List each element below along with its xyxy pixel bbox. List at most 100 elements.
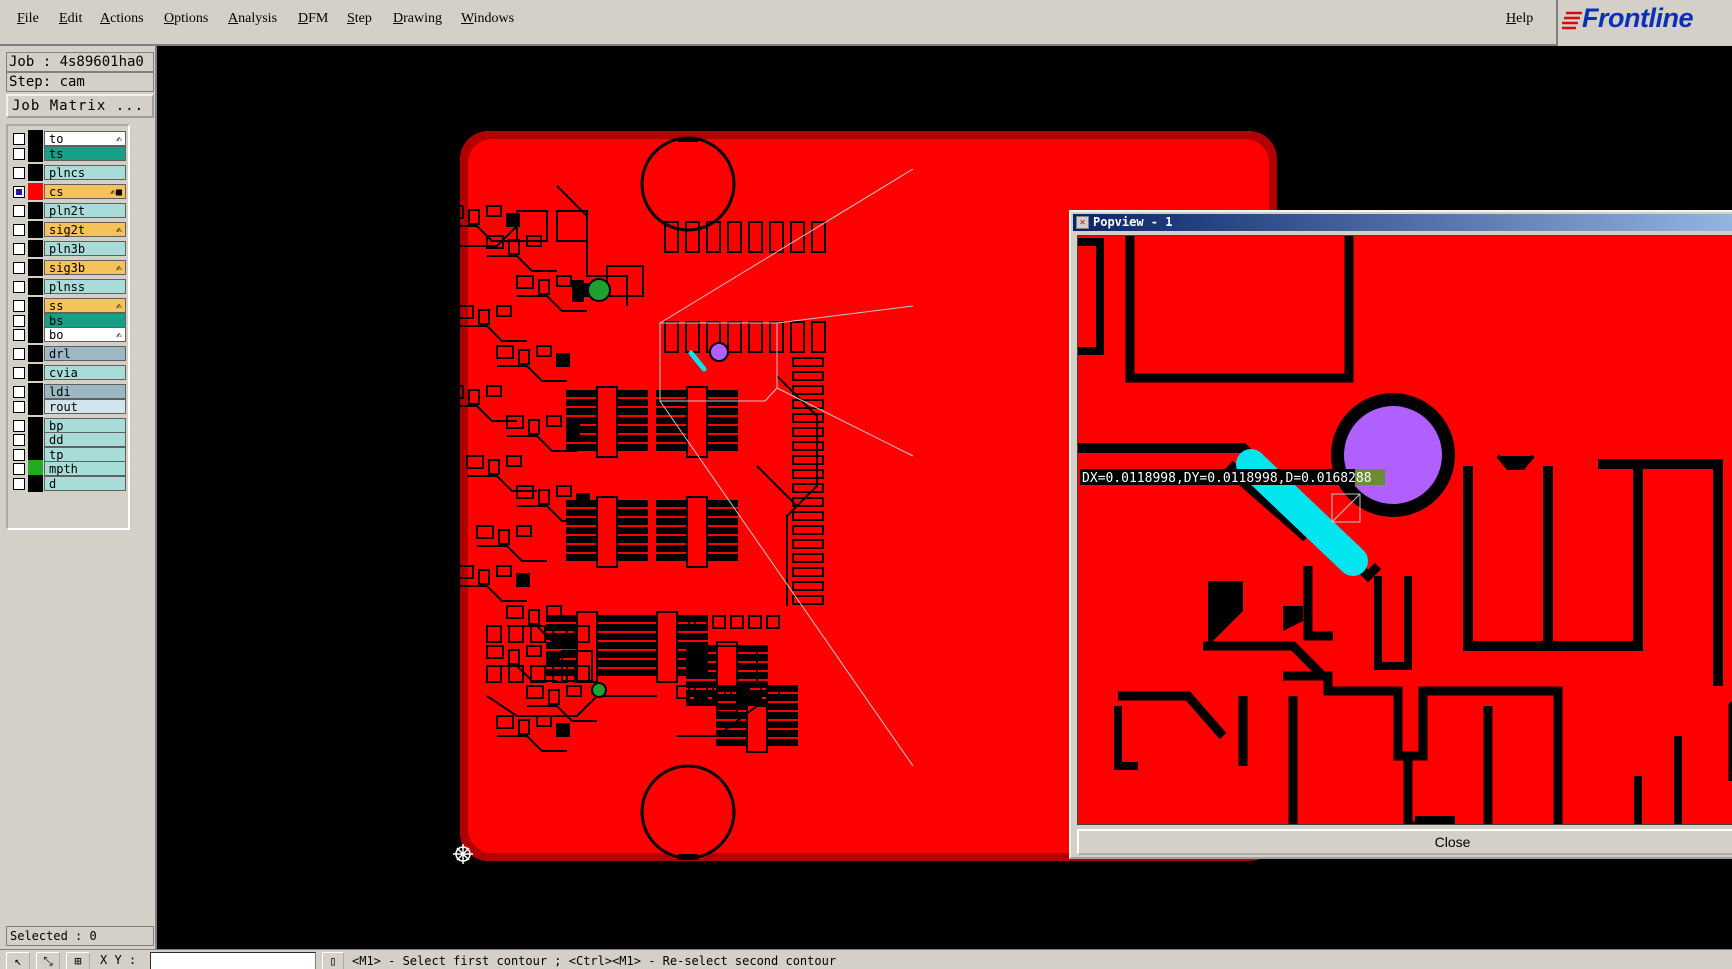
layer-name[interactable]: pln3b: [44, 241, 126, 256]
popview-window[interactable]: ✕ Popview - 1 ✕: [1069, 210, 1732, 859]
layer-row-sig2t[interactable]: sig2t ✍: [10, 221, 128, 238]
layer-name[interactable]: bo ✍: [44, 327, 126, 342]
highlighted-pad[interactable]: [709, 342, 729, 362]
layer-color-swatch: [28, 221, 43, 238]
layer-color-swatch: [28, 240, 43, 257]
layer-name[interactable]: drl: [44, 346, 126, 361]
popview-title: Popview - 1: [1093, 215, 1173, 229]
pause-icon[interactable]: ▯: [322, 952, 344, 969]
layer-name[interactable]: cs ✍■: [44, 184, 126, 199]
menu-help[interactable]: Help: [1506, 11, 1533, 27]
layer-row-pln3b[interactable]: pln3b: [10, 240, 128, 257]
layer-name[interactable]: cvia: [44, 365, 126, 380]
layer-row-ts[interactable]: ts: [10, 145, 128, 162]
component-pad: [618, 536, 648, 543]
layer-name[interactable]: ts: [44, 146, 126, 161]
layer-checkbox[interactable]: [13, 281, 25, 293]
component-pad: [546, 633, 576, 640]
popview-canvas[interactable]: DX=0.0118998,DY=0.0118998,D=0.0168288: [1077, 235, 1732, 825]
component-pad: [708, 444, 738, 451]
layer-name[interactable]: d: [44, 476, 126, 491]
layer-checkbox[interactable]: [13, 167, 25, 179]
menu-analysis[interactable]: Analysis: [228, 11, 277, 27]
layer-checkbox[interactable]: [13, 300, 25, 312]
popview-titlebar[interactable]: ✕ Popview - 1 ✕: [1073, 214, 1732, 231]
layer-checkbox[interactable]: [13, 329, 25, 341]
component-pad: [618, 509, 648, 516]
component-pad: [598, 615, 628, 622]
job-matrix-button[interactable]: Job Matrix ...: [6, 94, 154, 118]
component-pad: [618, 518, 648, 525]
layer-name[interactable]: mpth: [44, 461, 126, 476]
drill-hole: [591, 682, 607, 698]
menu-edit[interactable]: Edit: [59, 11, 82, 27]
board-notch: [678, 854, 698, 860]
component-pad: [618, 554, 648, 561]
component-pad: [546, 615, 576, 622]
layer-name[interactable]: dd: [44, 432, 126, 447]
menu-windows[interactable]: Windows: [461, 11, 514, 27]
component-pad: [686, 699, 716, 706]
layer-checkbox[interactable]: [13, 348, 25, 360]
layer-checkbox[interactable]: [13, 386, 25, 398]
layer-name[interactable]: sig2t ✍: [44, 222, 126, 237]
layer-name[interactable]: ss ✍: [44, 298, 126, 313]
layer-checkbox[interactable]: [13, 401, 25, 413]
layer-name[interactable]: to ✍: [44, 131, 126, 146]
layer-checkbox[interactable]: [13, 478, 25, 490]
menu-file[interactable]: File: [17, 11, 39, 27]
component-pad: [708, 426, 738, 433]
menu-dfm[interactable]: DFM: [298, 11, 328, 27]
layer-checkbox[interactable]: [13, 148, 25, 160]
layer-checkbox[interactable]: [13, 186, 25, 198]
component-pad: [708, 417, 738, 424]
layer-name[interactable]: sig3b ✍: [44, 260, 126, 275]
select-arrow-icon[interactable]: ↖: [6, 952, 30, 969]
layer-name[interactable]: pln2t: [44, 203, 126, 218]
layer-row-sig3b[interactable]: sig3b ✍: [10, 259, 128, 276]
layer-row-cvia[interactable]: cvia: [10, 364, 128, 381]
component-pad: [708, 545, 738, 552]
layer-name[interactable]: rout: [44, 399, 126, 414]
layer-checkbox[interactable]: [13, 262, 25, 274]
layer-checkbox[interactable]: [13, 224, 25, 236]
component-pad: [618, 500, 648, 507]
layer-row-d[interactable]: d: [10, 475, 128, 492]
layer-row-pln2t[interactable]: pln2t: [10, 202, 128, 219]
layer-checkbox[interactable]: [13, 243, 25, 255]
layer-row-drl[interactable]: drl: [10, 345, 128, 362]
close-button[interactable]: Close: [1077, 829, 1732, 855]
component-pad: [708, 435, 738, 442]
component-pad: [656, 408, 686, 415]
xy-input[interactable]: [150, 952, 316, 969]
layer-name[interactable]: plnss: [44, 279, 126, 294]
component-pad: [626, 669, 656, 676]
layer-checkbox[interactable]: [13, 434, 25, 446]
menu-step[interactable]: Step: [347, 11, 372, 27]
component-pad: [708, 527, 738, 534]
layer-name[interactable]: ldi: [44, 384, 126, 399]
graphic-canvas[interactable]: ✕ Popview - 1 ✕: [157, 46, 1732, 949]
layer-row-plnss[interactable]: plnss: [10, 278, 128, 295]
layer-color-swatch: [28, 398, 43, 415]
menu-drawing[interactable]: Drawing: [393, 11, 442, 27]
layer-row-rout[interactable]: rout: [10, 398, 128, 415]
component-pad: [598, 669, 628, 676]
layer-checkbox[interactable]: [13, 463, 25, 475]
component-pad: [546, 642, 576, 649]
menu-actions[interactable]: Actions: [100, 11, 144, 27]
component-pad: [618, 444, 648, 451]
grid-tool-icon[interactable]: ⊞: [66, 952, 90, 969]
layer-name[interactable]: plncs: [44, 165, 126, 180]
selected-count: Selected : 0: [6, 926, 154, 946]
highlighted-pad[interactable]: [1344, 406, 1442, 504]
measure-tool-icon[interactable]: ⤡: [36, 952, 60, 969]
menu-options[interactable]: Options: [164, 11, 208, 27]
layer-row-plncs[interactable]: plncs: [10, 164, 128, 181]
layer-row-bo[interactable]: bo ✍: [10, 326, 128, 343]
layer-checkbox[interactable]: [13, 133, 25, 145]
layer-checkbox[interactable]: [13, 367, 25, 379]
layer-list: to ✍ ts plncs cs ✍■ pln2t sig2t ✍ pln3b sig3b ✍ plns…: [6, 124, 130, 530]
layer-checkbox[interactable]: [13, 205, 25, 217]
layer-row-cs[interactable]: cs ✍■: [10, 183, 128, 200]
